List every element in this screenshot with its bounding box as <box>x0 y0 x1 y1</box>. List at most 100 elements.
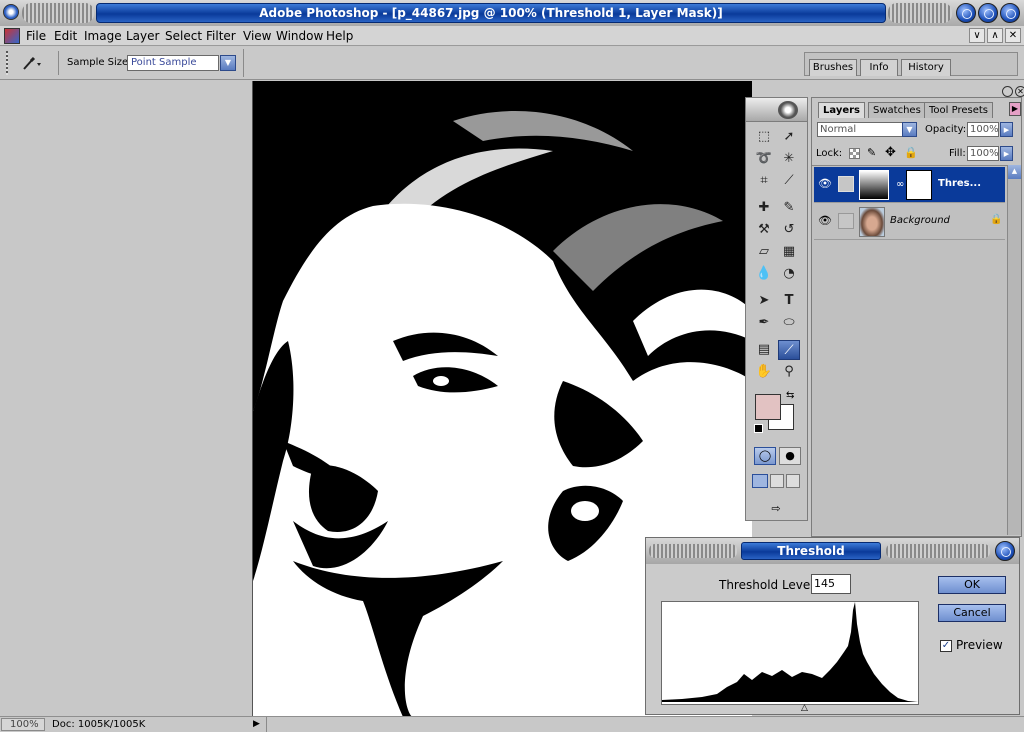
layer-name-background: Background <box>890 215 950 226</box>
pen-tool-icon[interactable]: ✒ <box>753 313 775 333</box>
blend-mode-dropdown-icon[interactable]: ▼ <box>902 122 917 137</box>
doc-close-button[interactable]: ✕ <box>1005 28 1021 43</box>
zoom-tool-icon[interactable]: ⚲ <box>778 362 800 382</box>
slice-tool-icon[interactable]: ⟋ <box>778 171 800 191</box>
jump-to-imageready-icon[interactable]: ⇨ <box>755 500 797 518</box>
palette-close-button[interactable]: ✕ <box>1015 86 1024 97</box>
move-tool-icon[interactable]: ➚ <box>778 127 800 147</box>
threshold-level-input[interactable]: 145 <box>811 574 851 594</box>
layer-mask-thumbnail <box>906 170 932 200</box>
tab-history[interactable]: History <box>901 59 951 76</box>
menu-bar: File Edit Image Layer Select Filter View… <box>0 26 1024 46</box>
layers-scrollbar[interactable]: ▲ <box>1007 165 1021 535</box>
palette-minimize-button[interactable] <box>1002 86 1013 97</box>
document-icon[interactable] <box>4 28 20 44</box>
menu-select[interactable]: Select <box>165 28 202 44</box>
standard-mode-icon[interactable]: ◯ <box>754 447 776 465</box>
opacity-field[interactable]: 100% <box>967 122 999 137</box>
status-menu-icon[interactable]: ▶ <box>253 719 260 729</box>
visibility-eye-icon[interactable]: 👁 <box>817 177 833 191</box>
palette-menu-icon[interactable]: ▶ <box>1009 102 1021 116</box>
sample-size-select[interactable]: Point Sample <box>127 55 219 71</box>
type-tool-icon[interactable]: T <box>778 291 800 311</box>
marquee-tool-icon[interactable]: ⬚ <box>753 127 775 147</box>
hand-tool-icon[interactable]: ✋ <box>753 362 775 382</box>
doc-minimize-button[interactable]: ∨ <box>969 28 985 43</box>
layer-name-threshold: Thres... <box>938 178 982 189</box>
eyedropper-tool-icon[interactable]: ⟋ <box>778 340 800 360</box>
threshold-level-label: Threshold Level: <box>719 578 818 592</box>
histogram-slider-icon[interactable]: △ <box>801 703 808 713</box>
doc-restore-button[interactable]: ∧ <box>987 28 1003 43</box>
crop-tool-icon[interactable]: ⌗ <box>753 171 775 191</box>
menu-window[interactable]: Window <box>276 28 323 44</box>
screen-mode-full-menu-icon[interactable] <box>770 474 784 488</box>
blur-tool-icon[interactable]: 💧 <box>753 264 775 284</box>
default-colors-icon[interactable] <box>754 424 763 433</box>
eraser-tool-icon[interactable]: ▱ <box>753 242 775 262</box>
ok-button[interactable]: OK <box>938 576 1006 594</box>
options-grip[interactable] <box>6 51 8 75</box>
dodge-tool-icon[interactable]: ◔ <box>778 264 800 284</box>
window-title: Adobe Photoshop - [p_44867.jpg @ 100% (T… <box>96 3 886 23</box>
fill-field[interactable]: 100% <box>967 146 999 161</box>
preview-checkbox[interactable]: ✓ <box>940 640 952 652</box>
adjustment-thumbnail <box>859 170 889 200</box>
shape-tool-icon[interactable]: ⬭ <box>778 313 800 333</box>
sample-size-dropdown-icon[interactable]: ▼ <box>220 55 236 71</box>
opacity-slider-icon[interactable]: ▶ <box>1000 122 1013 137</box>
screen-mode-full-icon[interactable] <box>786 474 800 488</box>
gradient-tool-icon[interactable]: ▦ <box>778 242 800 262</box>
notes-tool-icon[interactable]: ▤ <box>753 340 775 360</box>
brush-tool-icon[interactable]: ✎ <box>778 198 800 218</box>
doc-size-info: Doc: 1005K/1005K <box>52 719 146 730</box>
tab-info[interactable]: Info <box>860 59 898 76</box>
layer-link-icon[interactable] <box>838 213 854 229</box>
histogram <box>661 601 919 705</box>
screen-mode-standard-icon[interactable] <box>752 474 768 488</box>
app-icon[interactable] <box>3 4 19 20</box>
menu-view[interactable]: View <box>243 28 271 44</box>
layer-row-threshold[interactable]: 👁 ∞ Thres... <box>814 167 1005 203</box>
tab-layers[interactable]: Layers <box>818 102 865 118</box>
menu-file[interactable]: File <box>26 28 46 44</box>
magic-wand-tool-icon[interactable]: ✳ <box>778 149 800 169</box>
dialog-title-ridge-right <box>886 544 990 558</box>
lasso-tool-icon[interactable]: ➰ <box>753 149 775 169</box>
menu-help[interactable]: Help <box>326 28 353 44</box>
fill-slider-icon[interactable]: ▶ <box>1000 146 1013 161</box>
clone-stamp-tool-icon[interactable]: ⚒ <box>753 220 775 240</box>
threshold-close-button[interactable] <box>995 541 1015 561</box>
quickmask-mode-icon[interactable]: ● <box>779 447 801 465</box>
tab-brushes[interactable]: Brushes <box>809 59 857 76</box>
menu-image[interactable]: Image <box>84 28 122 44</box>
threshold-title-bar[interactable]: Threshold <box>646 538 1019 564</box>
layer-row-background[interactable]: 👁 Background 🔒 <box>814 204 1005 240</box>
visibility-eye-icon[interactable]: 👁 <box>817 214 833 228</box>
blend-mode-select[interactable]: Normal <box>817 122 903 137</box>
menu-filter[interactable]: Filter <box>206 28 236 44</box>
tab-tool-presets[interactable]: Tool Presets <box>924 102 993 118</box>
dialog-title-ridge-left <box>649 544 737 558</box>
cancel-button[interactable]: Cancel <box>938 604 1006 622</box>
history-brush-tool-icon[interactable]: ↺ <box>778 220 800 240</box>
layer-link-icon[interactable] <box>838 176 854 192</box>
tab-swatches[interactable]: Swatches <box>868 102 926 118</box>
menu-edit[interactable]: Edit <box>54 28 77 44</box>
scroll-up-icon[interactable]: ▲ <box>1008 165 1021 179</box>
menu-layer[interactable]: Layer <box>126 28 159 44</box>
lock-image-icon[interactable]: ✎ <box>867 146 876 159</box>
zoom-field[interactable]: 100% <box>1 718 45 731</box>
status-bar: 100% Doc: 1005K/1005K ▶ <box>0 716 1024 732</box>
healing-brush-tool-icon[interactable]: ✚ <box>753 198 775 218</box>
maximize-button[interactable] <box>978 3 998 23</box>
foreground-color-swatch[interactable] <box>755 394 781 420</box>
lock-all-icon[interactable]: 🔒 <box>904 146 918 159</box>
lock-position-icon[interactable]: ✥ <box>885 145 896 160</box>
lock-transparency-icon[interactable] <box>849 148 860 159</box>
swap-colors-icon[interactable]: ⇆ <box>786 390 794 401</box>
path-selection-tool-icon[interactable]: ➤ <box>753 291 775 311</box>
eyedropper-icon[interactable] <box>20 55 42 71</box>
minimize-button[interactable] <box>956 3 976 23</box>
close-button[interactable] <box>1000 3 1020 23</box>
